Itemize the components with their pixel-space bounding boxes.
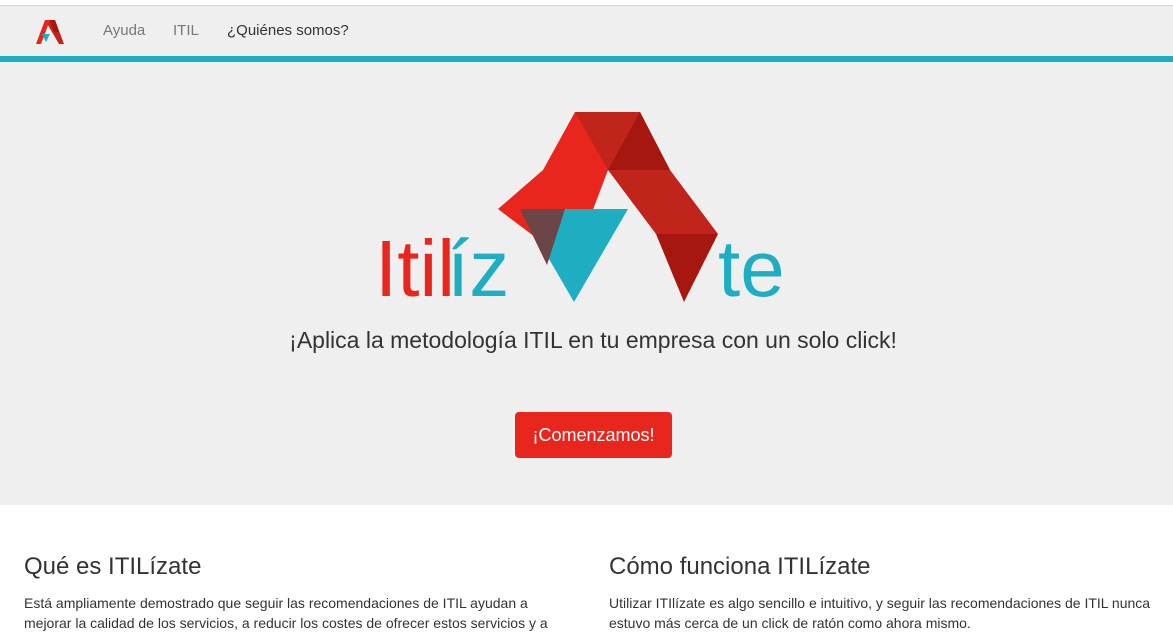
- nav-link-ayuda[interactable]: Ayuda: [103, 22, 145, 39]
- nav-link-itil[interactable]: ITIL: [173, 22, 199, 39]
- logo-text-red: Itil: [375, 224, 455, 312]
- itilizate-logo-icon[interactable]: [36, 20, 64, 44]
- nav-link-quienes-somos[interactable]: ¿Quiénes somos?: [227, 22, 349, 39]
- logo-text-blue: íz: [447, 224, 509, 312]
- hero-tagline: ¡Aplica la metodología ITIL en tu empres…: [289, 327, 897, 353]
- itilizate-hero-logo: Itil íz te: [375, 112, 785, 312]
- section-text: Está ampliamente demostrado que seguir l…: [24, 595, 548, 631]
- section-como-funciona: Cómo funciona ITILízate Utilizar ITIlíza…: [609, 553, 1159, 633]
- section-title: Cómo funciona ITILízate: [609, 553, 871, 580]
- navbar: Ayuda ITIL ¿Quiénes somos?: [0, 6, 1173, 56]
- start-button[interactable]: ¡Comenzamos!: [515, 412, 672, 458]
- hero-section: Itil íz te ¡Aplica la metodología ITIL e…: [0, 62, 1173, 505]
- section-text: Utilizar ITIlízate es algo sencillo e in…: [609, 595, 1151, 631]
- section-title: Qué es ITILízate: [24, 553, 202, 580]
- section-que-es: Qué es ITILízate Está ampliamente demost…: [24, 553, 574, 633]
- logo-text-end: te: [718, 224, 785, 312]
